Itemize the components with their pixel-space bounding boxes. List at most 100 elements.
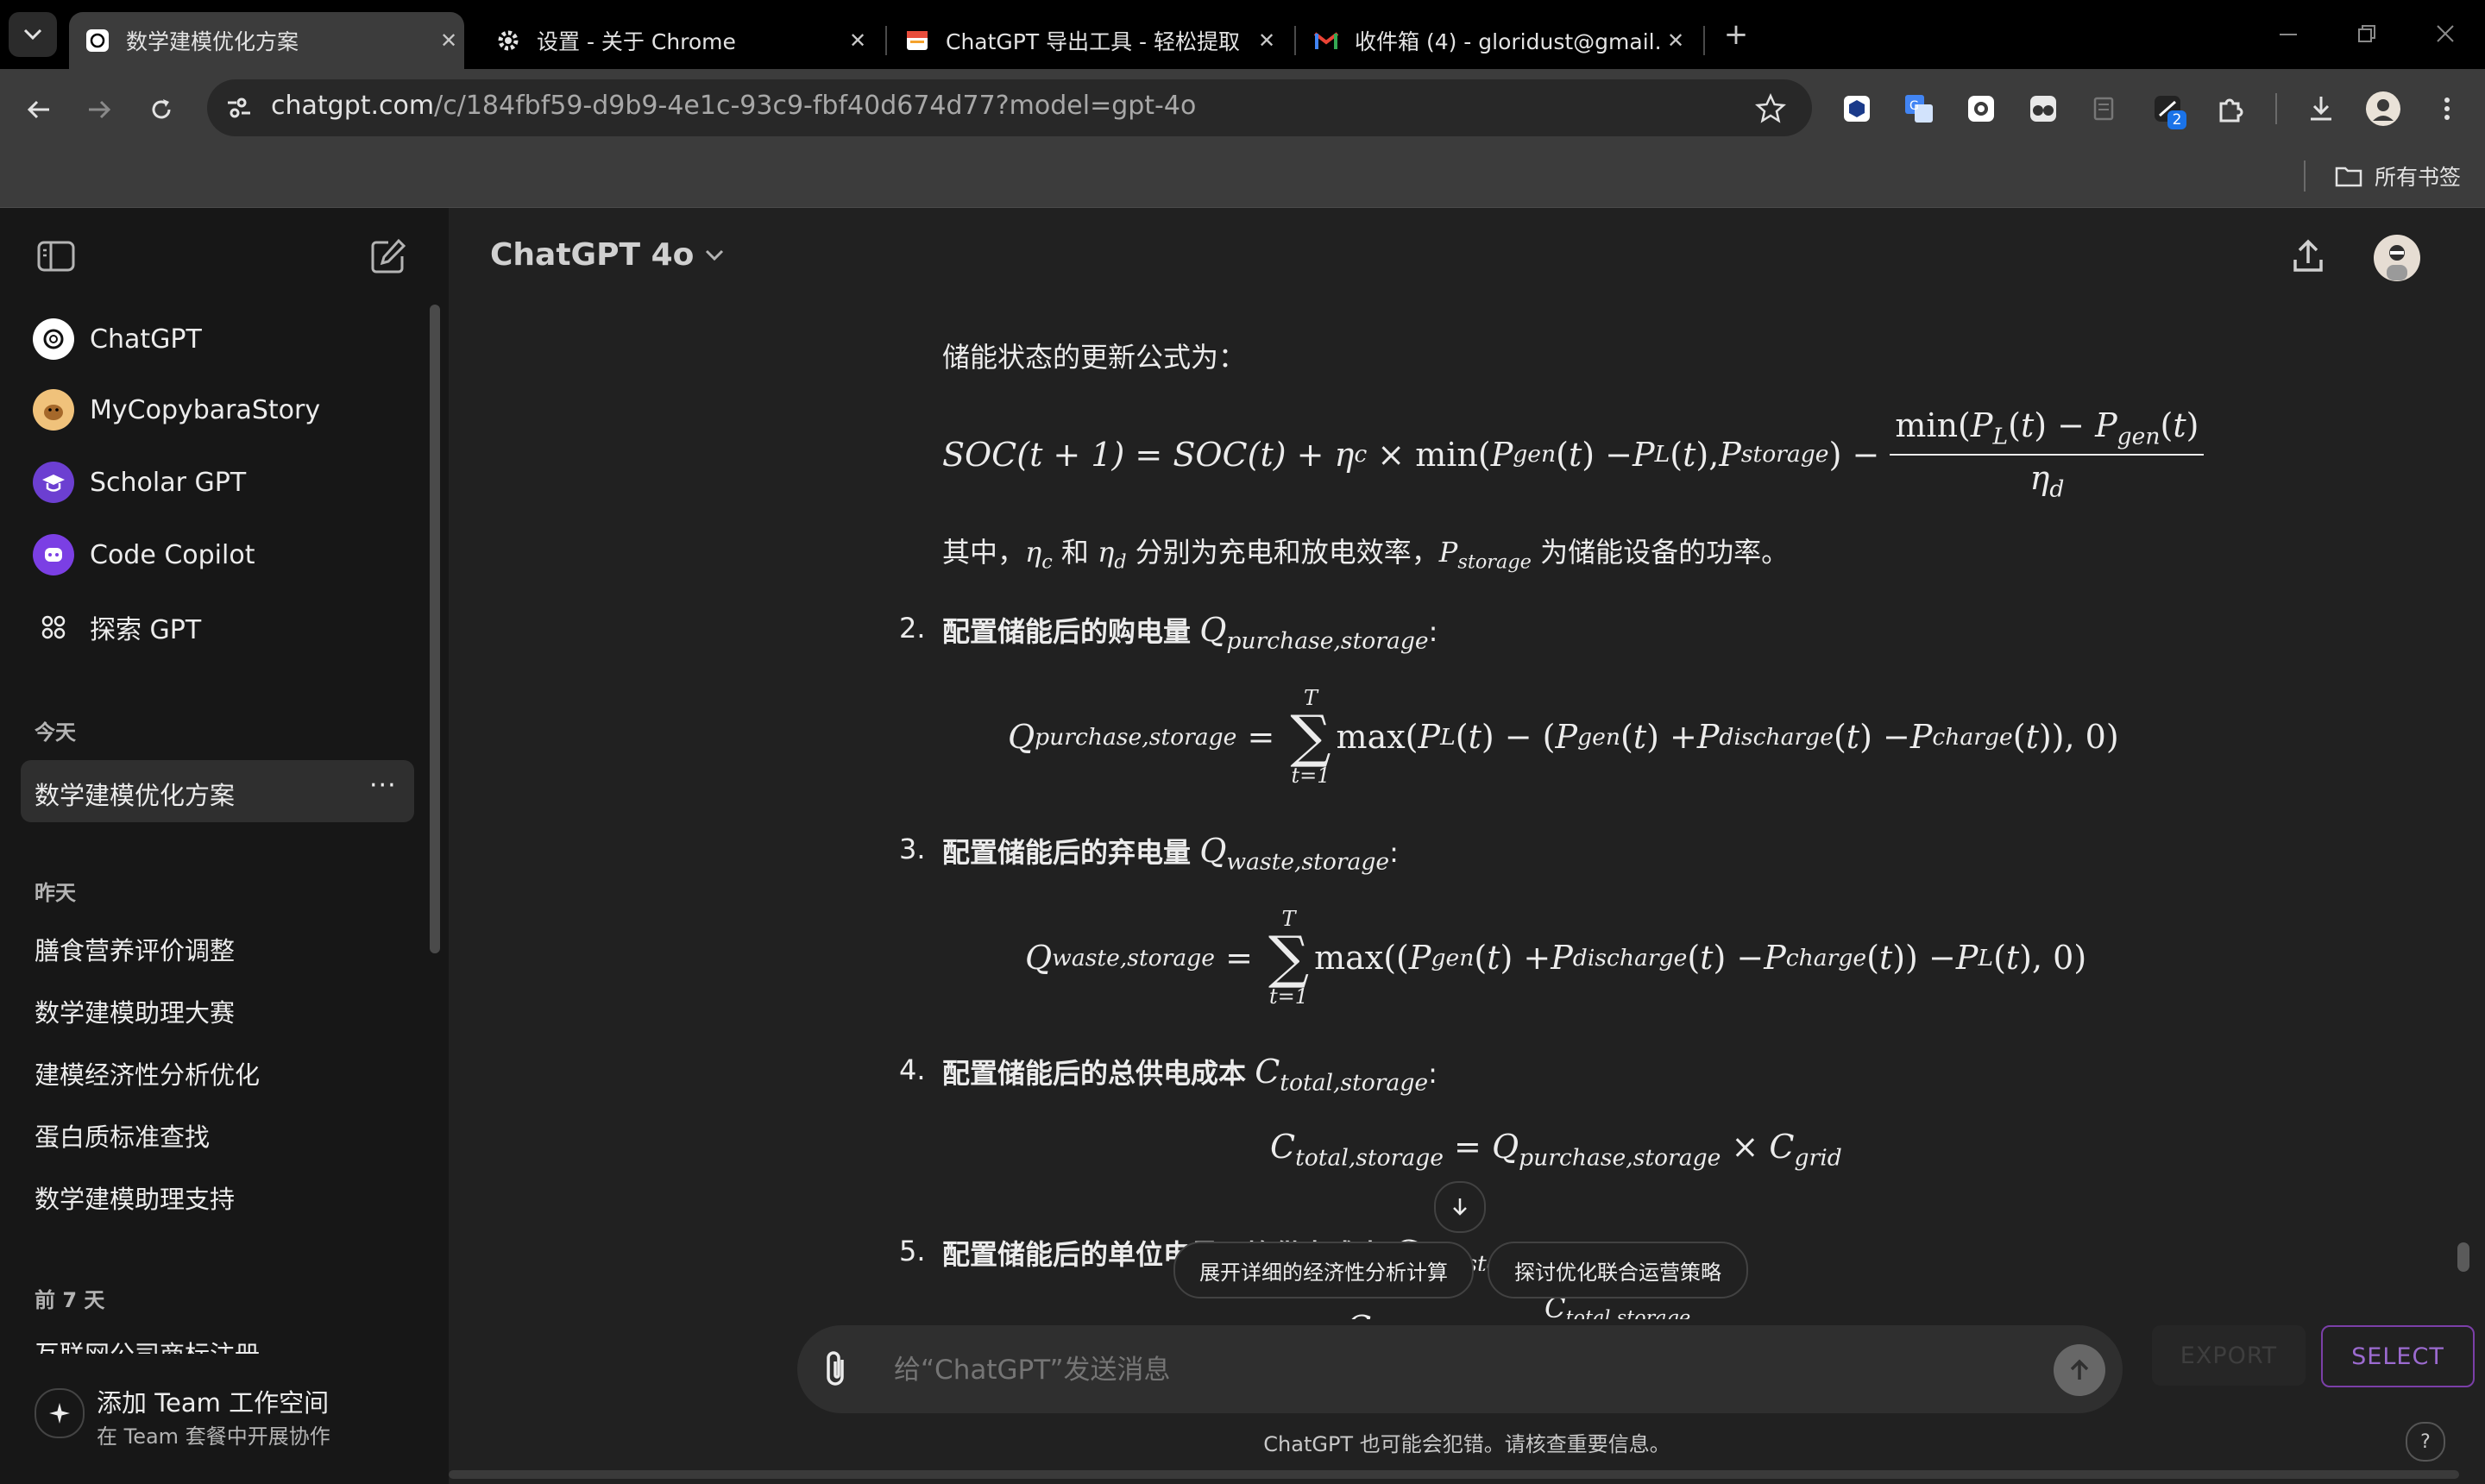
sidebar-toggle-icon[interactable] — [36, 239, 79, 279]
tab-close-icon[interactable]: ✕ — [433, 28, 464, 53]
chevron-down-icon — [706, 249, 724, 261]
section-today: 今天 — [35, 720, 76, 745]
scroll-down-button[interactable] — [1434, 1181, 1486, 1233]
back-icon[interactable] — [17, 88, 60, 131]
section-yesterday: 昨天 — [35, 881, 76, 905]
address-bar[interactable]: chatgpt.com/c/184fbf59-d9b9-4e1c-93c9-fb… — [207, 79, 1812, 136]
team-title: 添加 Team 工作空间 — [97, 1388, 330, 1418]
close-window-icon[interactable] — [2419, 19, 2471, 50]
tab-search-button[interactable] — [9, 12, 57, 57]
sidebar-item-mycopybarastory[interactable]: MyCopybaraStory — [21, 379, 414, 441]
tab-separator — [885, 26, 887, 55]
suggestion-chip[interactable]: 探讨优化联合运营策略 — [1488, 1242, 1748, 1298]
arrow-down-icon — [1453, 1198, 1467, 1216]
more-vert-icon[interactable] — [2428, 90, 2466, 128]
reload-icon[interactable] — [140, 88, 183, 131]
site-info-icon[interactable] — [224, 95, 254, 121]
extension-badge: 2 — [2167, 110, 2186, 129]
scholar-gpt-icon — [33, 462, 74, 503]
history-item[interactable]: 建模经济性分析优化 — [35, 1055, 260, 1091]
extension-gpt-icon[interactable]: 2 — [2148, 90, 2186, 129]
export-button[interactable]: EXPORT — [2152, 1325, 2306, 1386]
help-button[interactable]: ? — [2406, 1422, 2445, 1462]
team-upsell[interactable]: 添加 Team 工作空间 在 Team 套餐中开展协作 — [0, 1354, 449, 1484]
main-panel: ChatGPT 4o 储能状态的更新公式为： SOC(t + 1) = SOC(… — [449, 208, 2485, 1484]
formula-fraction: min(PL(t) − Pgen(t) ηd — [1890, 406, 2205, 502]
profile-avatar-icon[interactable] — [2364, 90, 2402, 128]
sidebar-item-label: MyCopybaraStory — [90, 394, 321, 425]
sidebar-item-explore-gpts[interactable]: 探索 GPT — [21, 596, 414, 658]
tab-gmail[interactable]: 收件箱 (4) - gloridust@gmail. ✕ — [1298, 12, 1691, 69]
sidebar-item-label: 探索 GPT — [90, 615, 202, 645]
list-item-heading: 配置储能后的总供电成本 Ctotal,storage: — [942, 1053, 1438, 1097]
url-text: chatgpt.com/c/184fbf59-d9b9-4e1c-93c9-fb… — [271, 91, 1196, 121]
reader-glasses-icon[interactable] — [2024, 90, 2062, 128]
chevron-down-icon — [23, 28, 42, 41]
history-item[interactable]: 膳食营养评价调整 — [35, 931, 235, 967]
sidebar-scrollbar[interactable] — [430, 305, 440, 953]
tab-close-icon[interactable]: ✕ — [1660, 28, 1691, 53]
download-icon[interactable] — [2302, 90, 2340, 128]
main-scrollbar[interactable] — [2457, 1242, 2469, 1272]
disclaimer-row: ChatGPT 也可能会犯错。请核查重要信息。 — [0, 1427, 2485, 1457]
reading-list-icon[interactable] — [2086, 90, 2124, 128]
openai-logo-icon — [33, 318, 74, 360]
tab-title: 收件箱 (4) - gloridust@gmail. — [1355, 29, 1660, 54]
list-item-label: 配置储能后的购电量 — [942, 615, 1192, 648]
all-bookmarks-label: 所有书签 — [2375, 165, 2462, 190]
list-number: 5. — [899, 1235, 926, 1267]
screenshot-icon[interactable] — [1962, 90, 2000, 128]
sum-symbol: T ∑ t=1 — [1290, 686, 1331, 788]
suggestion-chip[interactable]: 展开详细的经济性分析计算 — [1173, 1242, 1474, 1298]
url-path: /c/184fbf59-d9b9-4e1c-93c9-fbf40d674d77?… — [434, 91, 1197, 121]
toolbar-divider — [2275, 93, 2277, 124]
plus-icon[interactable]: + — [1717, 16, 1755, 53]
history-item[interactable]: 数学建模助理大赛 — [35, 993, 235, 1029]
send-button[interactable] — [2054, 1344, 2105, 1396]
all-bookmarks-button[interactable]: 所有书签 — [2335, 159, 2461, 193]
formula-explanation: 其中，ηc 和 ηd 分别为充电和放电效率，Pstorage 为储能设备的功率。 — [942, 536, 1790, 574]
extension-cube-icon[interactable] — [1838, 90, 1876, 128]
history-item[interactable]: 互联网公司商标注册 — [35, 1335, 260, 1354]
message-input[interactable] — [892, 1346, 1974, 1394]
explanation-mid: 分别为充电和放电效率， — [1135, 536, 1439, 569]
capybara-avatar-icon — [33, 389, 74, 431]
forward-icon[interactable] — [78, 88, 121, 131]
tab-close-icon[interactable]: ✕ — [842, 28, 873, 53]
sidebar-item-code-copilot[interactable]: Code Copilot — [21, 524, 414, 586]
extensions-puzzle-icon[interactable] — [2211, 90, 2249, 128]
sidebar-item-chatgpt[interactable]: ChatGPT — [21, 308, 414, 370]
formula-text: SOC(t + 1) = SOC(t) + η — [942, 435, 1355, 474]
arrow-up-icon — [2070, 1359, 2089, 1380]
translate-icon[interactable]: G — [1900, 90, 1938, 128]
soc-formula: SOC(t + 1) = SOC(t) + ηc × min(Pgen(t) −… — [942, 406, 2205, 502]
attach-icon[interactable] — [820, 1349, 858, 1389]
tab-chrome-settings[interactable]: 设置 - 关于 Chrome ✕ — [480, 12, 873, 69]
history-item[interactable]: 数学建模助理支持 — [35, 1179, 235, 1216]
select-button[interactable]: SELECT — [2321, 1325, 2475, 1387]
horizontal-scrollbar[interactable] — [449, 1470, 2459, 1479]
more-horizontal-icon[interactable]: ··· — [369, 770, 397, 801]
history-item-active[interactable]: 数学建模优化方案 ··· — [21, 760, 414, 822]
list-number: 3. — [899, 833, 926, 865]
tab-strip: 数学建模优化方案 ✕ 设置 - 关于 Chrome ✕ ChatGPT 导出工具… — [0, 0, 2485, 69]
waste-formula: Qwaste,storage = T ∑ t=1 max((Pgen(t) + Pd… — [1025, 907, 2087, 1009]
share-icon[interactable] — [2288, 237, 2330, 280]
tab-export-tool[interactable]: ChatGPT 导出工具 - 轻松提取 ✕ — [889, 12, 1282, 69]
sidebar-item-scholar-gpt[interactable]: Scholar GPT — [21, 451, 414, 513]
history-item[interactable]: 蛋白质标准查找 — [35, 1117, 210, 1154]
new-chat-icon[interactable] — [369, 237, 412, 280]
user-avatar[interactable] — [2373, 234, 2421, 282]
list-number: 2. — [899, 612, 926, 645]
grid-icon — [33, 607, 74, 648]
restore-icon[interactable] — [2340, 19, 2392, 50]
tab-active[interactable]: 数学建模优化方案 ✕ — [69, 12, 464, 69]
tab-close-icon[interactable]: ✕ — [1251, 28, 1282, 53]
model-selector[interactable]: ChatGPT 4o — [490, 237, 725, 273]
model-name: ChatGPT 4o — [490, 237, 695, 273]
minimize-icon[interactable] — [2262, 19, 2314, 50]
bookmark-star-icon[interactable] — [1753, 91, 1788, 126]
disclaimer: ChatGPT 也可能会犯错。请核查重要信息。 — [1263, 1432, 1670, 1456]
gear-icon — [495, 28, 521, 53]
sidebar-item-label: Scholar GPT — [90, 467, 247, 498]
